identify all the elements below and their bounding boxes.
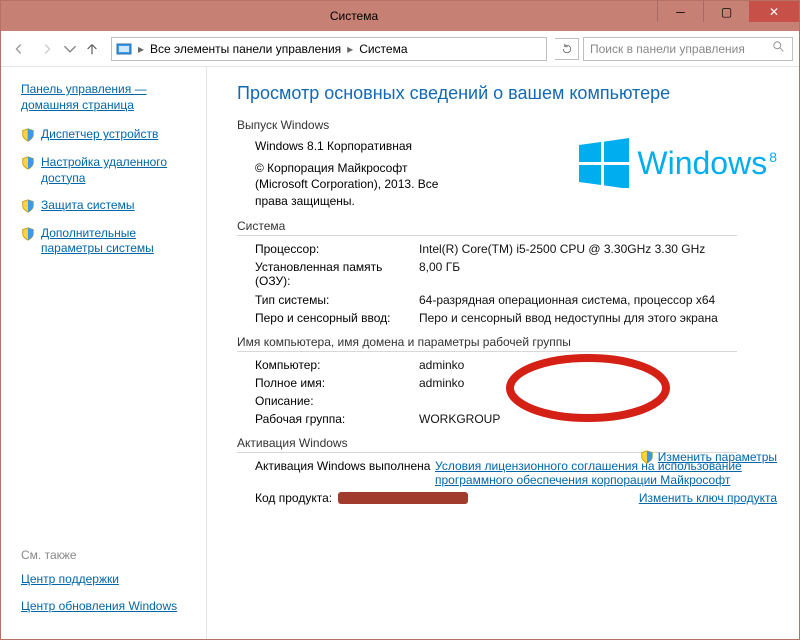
- sidebar-item-device-manager[interactable]: Диспетчер устройств: [21, 127, 192, 143]
- product-key-label: Код продукта:: [255, 491, 332, 505]
- logo-suffix: 8: [769, 149, 777, 165]
- sidebar-link: Защита системы: [41, 198, 134, 214]
- computer-name-value: adminko: [419, 358, 777, 372]
- workgroup-value: WORKGROUP: [419, 412, 777, 426]
- control-panel-home-link[interactable]: Панель управления — домашняя страница: [21, 81, 192, 113]
- system-type-value: 64-разрядная операционная система, проце…: [419, 293, 777, 307]
- change-product-key-link[interactable]: Изменить ключ продукта: [639, 491, 777, 505]
- see-also-title: См. также: [21, 548, 192, 562]
- windows-logo-icon: [579, 138, 629, 188]
- product-key-redacted: [338, 492, 468, 504]
- close-button[interactable]: ✕: [749, 1, 799, 22]
- control-panel-icon: [116, 41, 132, 57]
- system-window: Система ─ ▢ ✕ ▸ Все элементы панели упра…: [0, 0, 800, 640]
- minimize-button[interactable]: ─: [657, 1, 703, 22]
- main-content: Просмотр основных сведений о вашем компь…: [207, 67, 799, 639]
- refresh-button[interactable]: [555, 38, 579, 60]
- edition-name: Windows 8.1 Корпоративная: [255, 138, 455, 154]
- window-title: Система: [51, 9, 657, 23]
- breadcrumb-sep-icon: ▸: [345, 42, 355, 56]
- copyright-text: © Корпорация Майкрософт (Microsoft Corpo…: [255, 160, 455, 209]
- forward-button[interactable]: [35, 37, 59, 61]
- cpu-value: Intel(R) Core(TM) i5-2500 CPU @ 3.30GHz …: [419, 242, 777, 256]
- shield-icon: [640, 450, 654, 464]
- history-dropdown[interactable]: [63, 37, 77, 61]
- address-bar[interactable]: ▸ Все элементы панели управления ▸ Систе…: [111, 37, 547, 61]
- search-box[interactable]: Поиск в панели управления: [583, 37, 793, 61]
- search-icon: [772, 40, 786, 57]
- sidebar-item-remote-settings[interactable]: Настройка удаленного доступа: [21, 155, 192, 186]
- shield-icon: [21, 227, 35, 241]
- sidebar: Панель управления — домашняя страница Ди…: [1, 67, 207, 639]
- workgroup-label: Рабочая группа:: [255, 412, 419, 426]
- sidebar-item-system-protection[interactable]: Защита системы: [21, 198, 192, 214]
- titlebar: Система ─ ▢ ✕: [1, 1, 799, 31]
- edition-section-title: Выпуск Windows: [237, 118, 777, 132]
- system-section-title: Система: [237, 219, 737, 236]
- name-section-title: Имя компьютера, имя домена и параметры р…: [237, 335, 737, 352]
- sidebar-link: Диспетчер устройств: [41, 127, 158, 143]
- shield-icon: [21, 199, 35, 213]
- full-name-label: Полное имя:: [255, 376, 419, 390]
- page-heading: Просмотр основных сведений о вашем компь…: [237, 83, 777, 104]
- shield-icon: [21, 156, 35, 170]
- search-placeholder: Поиск в панели управления: [590, 42, 745, 56]
- breadcrumb-part-1[interactable]: Все элементы панели управления: [150, 42, 341, 56]
- system-type-label: Тип системы:: [255, 293, 419, 307]
- toolbar: ▸ Все элементы панели управления ▸ Систе…: [1, 31, 799, 67]
- up-button[interactable]: [81, 38, 103, 60]
- windows-logo: Windows8: [579, 138, 777, 188]
- ram-label: Установленная память (ОЗУ):: [255, 260, 419, 289]
- change-settings-link[interactable]: Изменить параметры: [640, 449, 777, 464]
- ram-value: 8,00 ГБ: [419, 260, 777, 289]
- sidebar-link: Дополнительные параметры системы: [41, 226, 192, 257]
- breadcrumb-sep-icon: ▸: [136, 42, 146, 56]
- pen-touch-label: Перо и сенсорный ввод:: [255, 311, 419, 325]
- breadcrumb-part-2[interactable]: Система: [359, 42, 407, 56]
- full-name-value: adminko: [419, 376, 777, 390]
- back-button[interactable]: [7, 37, 31, 61]
- cpu-label: Процессор:: [255, 242, 419, 256]
- see-also-windows-update[interactable]: Центр обновления Windows: [21, 599, 192, 615]
- shield-icon: [21, 128, 35, 142]
- sidebar-link: Настройка удаленного доступа: [41, 155, 192, 186]
- description-value: [419, 394, 777, 408]
- pen-touch-value: Перо и сенсорный ввод недоступны для это…: [419, 311, 777, 325]
- sidebar-item-advanced-settings[interactable]: Дополнительные параметры системы: [21, 226, 192, 257]
- activation-status: Активация Windows выполнена: [255, 459, 435, 473]
- description-label: Описание:: [255, 394, 419, 408]
- computer-name-label: Компьютер:: [255, 358, 419, 372]
- logo-text: Windows: [637, 145, 767, 181]
- maximize-button[interactable]: ▢: [703, 1, 749, 22]
- see-also-action-center[interactable]: Центр поддержки: [21, 572, 192, 588]
